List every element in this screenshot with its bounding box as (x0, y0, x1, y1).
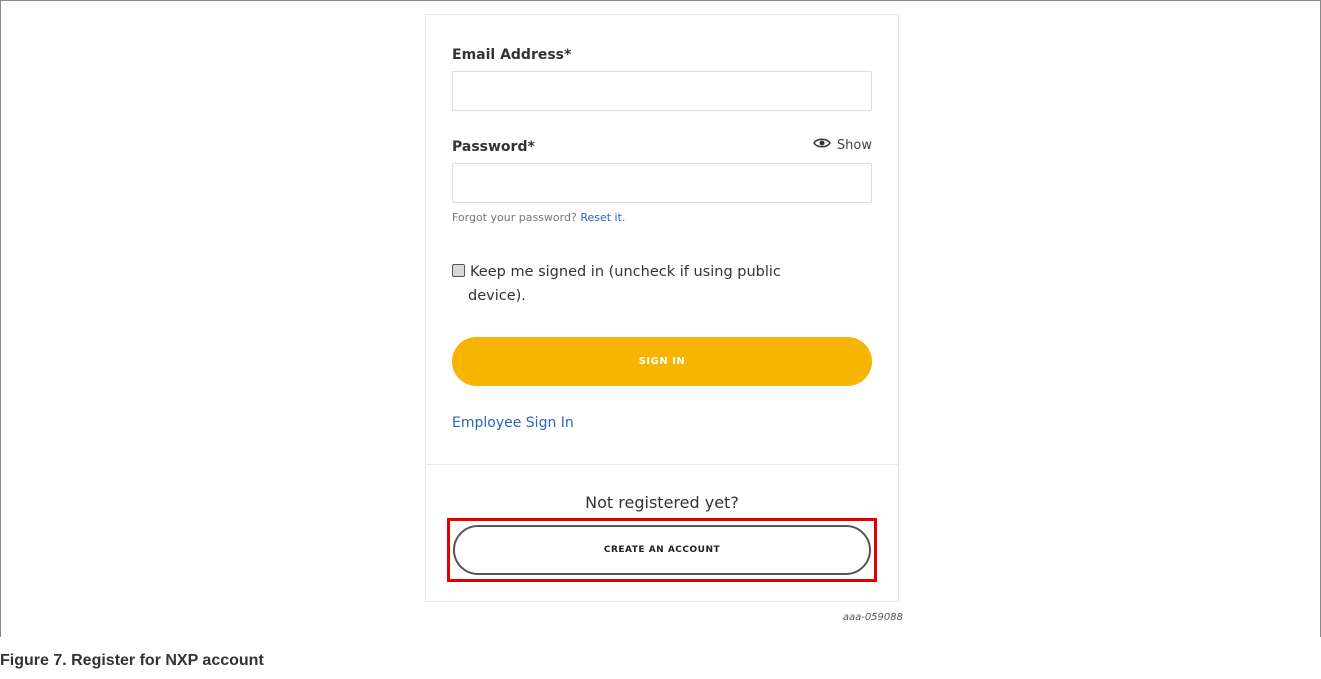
show-label: Show (836, 137, 872, 153)
password-field[interactable] (452, 163, 872, 203)
divider (426, 464, 898, 465)
figure-caption: Figure 7. Register for NXP account (0, 652, 264, 669)
employee-sign-in-link[interactable]: Employee Sign In (452, 415, 574, 431)
figure-code: aaa-059088 (842, 612, 903, 623)
highlight-box (447, 518, 877, 582)
forgot-password-text: Forgot your password? Reset it. (452, 211, 625, 224)
keep-signed-in: Keep me signed in (uncheck if using publ… (452, 260, 872, 308)
show-password-toggle[interactable]: Show (813, 137, 872, 153)
not-registered-text: Not registered yet? (585, 493, 739, 512)
email-field[interactable] (452, 71, 872, 111)
keep-signed-in-checkbox[interactable] (452, 263, 465, 277)
reset-password-link[interactable]: Reset it. (580, 211, 625, 224)
sign-in-card: Email Address* Password* Show Forgot you… (425, 14, 899, 602)
sign-in-button[interactable]: SIGN IN (452, 337, 872, 386)
keep-signed-in-label-cont: device). (468, 288, 526, 304)
keep-signed-in-label: Keep me signed in (uncheck if using publ… (470, 264, 781, 280)
forgot-label: Forgot your password? (452, 211, 577, 224)
email-label: Email Address* (452, 47, 572, 63)
eye-icon (813, 137, 831, 153)
password-label: Password* (452, 139, 535, 155)
